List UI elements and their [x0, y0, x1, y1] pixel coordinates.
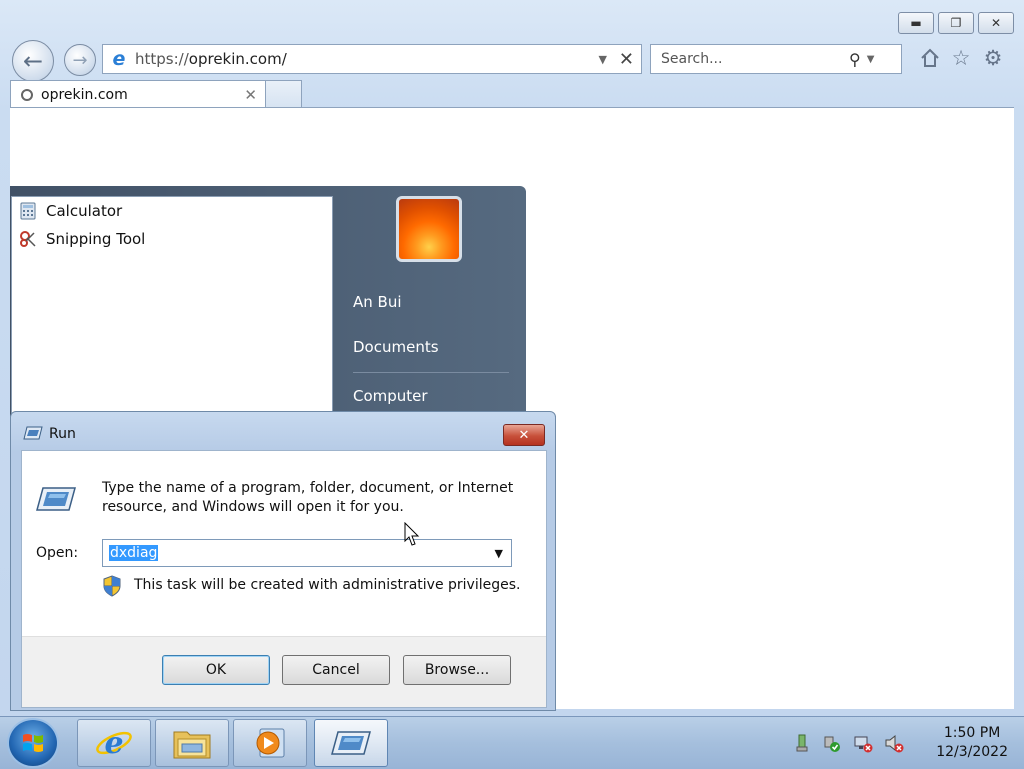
close-window-button[interactable]: ✕	[978, 12, 1014, 34]
program-label: Snipping Tool	[46, 230, 146, 248]
search-icon[interactable]: ⚲	[849, 50, 861, 69]
back-arrow-icon: ←	[22, 47, 44, 75]
tab-close-icon[interactable]: ✕	[244, 86, 257, 104]
start-menu-programs: Calculator Snipping Tool	[11, 196, 333, 427]
ie-page-icon: e	[112, 48, 126, 70]
taskbar-internet-explorer[interactable]: e	[77, 719, 151, 767]
tab-oprekin[interactable]: oprekin.com ✕	[10, 80, 266, 108]
start-button[interactable]	[9, 720, 57, 766]
program-label: Calculator	[46, 202, 123, 220]
dialog-close-button[interactable]: ✕	[503, 424, 545, 446]
favorites-star-icon[interactable]: ☆	[949, 46, 973, 70]
url-protocol: https://	[135, 50, 189, 68]
taskbar-windows-explorer[interactable]	[155, 719, 229, 767]
stop-icon[interactable]: ✕	[619, 49, 634, 70]
home-icon[interactable]	[918, 46, 942, 70]
taskbar-run[interactable]	[314, 719, 388, 767]
dialog-title: Run	[49, 426, 76, 442]
url-host: oprekin.com/	[188, 50, 287, 68]
address-dropdown-icon[interactable]: ▼	[598, 53, 606, 66]
media-player-icon	[256, 728, 285, 758]
cancel-button[interactable]: Cancel	[282, 655, 390, 685]
minimize-button[interactable]: ▬	[898, 12, 934, 34]
dialog-body: Type the name of a program, folder, docu…	[21, 450, 547, 708]
clock-date: 12/3/2022	[936, 744, 1008, 760]
address-bar[interactable]: e https://oprekin.com/ ▼ ✕	[102, 44, 642, 74]
start-menu-computer[interactable]: Computer	[353, 387, 428, 405]
address-url[interactable]: https://oprekin.com/	[135, 50, 598, 68]
open-label: Open:	[36, 545, 79, 561]
run-icon	[331, 731, 371, 755]
windows-logo-icon	[23, 734, 43, 752]
window-controls: ▬ ❐ ✕	[898, 12, 1014, 34]
usb-device-icon[interactable]	[792, 733, 812, 753]
combo-dropdown-icon[interactable]: ▼	[495, 547, 503, 560]
new-tab-button[interactable]	[266, 80, 302, 108]
taskbar-media-player[interactable]	[233, 719, 307, 767]
volume-muted-icon[interactable]	[884, 733, 904, 753]
restore-icon: ❐	[950, 16, 962, 30]
browse-button[interactable]: Browse...	[403, 655, 511, 685]
forward-button[interactable]: →	[64, 44, 96, 76]
close-icon: ✕	[518, 427, 530, 443]
loading-icon	[21, 88, 33, 101]
network-icon[interactable]	[853, 733, 873, 753]
calculator-icon	[18, 201, 38, 221]
clock-time: 1:50 PM	[943, 725, 1001, 741]
open-input-value[interactable]: dxdiag	[109, 545, 159, 561]
ok-button[interactable]: OK	[162, 655, 270, 685]
user-avatar[interactable]	[396, 196, 462, 262]
action-center-icon[interactable]	[821, 733, 841, 753]
gear-icon[interactable]: ⚙	[981, 46, 1005, 70]
run-dialog: Run ✕ Type the name of a program, folder…	[10, 411, 556, 711]
maximize-button[interactable]: ❐	[938, 12, 974, 34]
taskbar: e 1:50 PM 12/3/2022	[0, 716, 1024, 769]
search-input[interactable]	[659, 50, 843, 68]
svg-text:e: e	[104, 726, 123, 761]
search-box[interactable]: ⚲ ▼	[650, 44, 902, 74]
program-snipping-tool[interactable]: Snipping Tool	[18, 227, 145, 251]
program-calculator[interactable]: Calculator	[18, 199, 122, 223]
run-title-icon	[23, 426, 43, 440]
start-menu-user-name[interactable]: An Bui	[353, 293, 402, 311]
mouse-cursor-icon	[404, 522, 420, 546]
windows-explorer-icon	[173, 731, 211, 759]
start-menu-separator	[353, 372, 509, 373]
run-icon	[36, 487, 76, 511]
search-dropdown-icon[interactable]: ▼	[867, 54, 875, 65]
minimize-icon: ▬	[910, 16, 922, 30]
dialog-footer: OK Cancel Browse...	[22, 636, 546, 707]
start-menu-documents[interactable]: Documents	[353, 338, 439, 356]
snipping-tool-icon	[18, 229, 38, 249]
start-menu: Calculator Snipping Tool An Bui Document…	[10, 186, 526, 427]
back-button[interactable]: ←	[12, 40, 54, 82]
dialog-description: Type the name of a program, folder, docu…	[102, 480, 514, 515]
close-icon: ✕	[990, 16, 1002, 30]
taskbar-clock[interactable]: 1:50 PM 12/3/2022	[936, 724, 1008, 762]
forward-arrow-icon: →	[72, 49, 88, 71]
open-combobox[interactable]: dxdiag ▼	[102, 539, 512, 567]
admin-privileges-note: This task will be created with administr…	[134, 577, 521, 593]
internet-explorer-icon: e	[96, 726, 132, 761]
tab-title: oprekin.com	[41, 86, 128, 103]
uac-shield-icon	[103, 575, 121, 597]
